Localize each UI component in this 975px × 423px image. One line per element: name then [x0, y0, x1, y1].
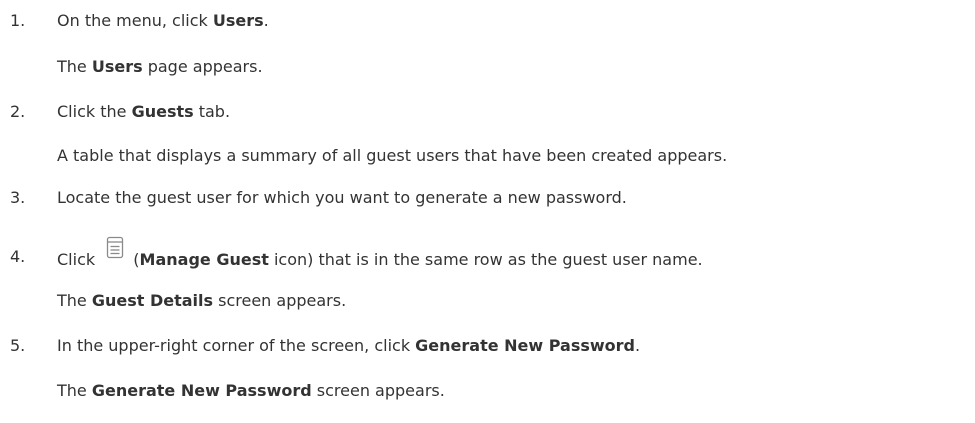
- step-text: On the menu, click: [57, 11, 213, 30]
- manage-guest-icon: [106, 236, 124, 268]
- ui-term: Manage Guest: [139, 250, 269, 269]
- step-number: 3.: [10, 188, 26, 207]
- step-2-result: A table that displays a summary of all g…: [57, 146, 728, 165]
- step-text: Click the: [57, 102, 132, 121]
- step-number: 1.: [10, 11, 26, 30]
- step-text: (: [128, 250, 140, 269]
- step-4-instruction: Click (Manage Guest icon) that is in the…: [57, 236, 703, 271]
- step-text: tab.: [193, 102, 231, 121]
- step-text: .: [263, 11, 269, 30]
- step-text: The: [57, 57, 92, 76]
- ui-term: Guests: [131, 102, 194, 121]
- manage-guest-icon-glyph: [107, 236, 124, 259]
- step-text: The: [57, 381, 92, 400]
- ui-term: Generate New Password: [415, 336, 636, 355]
- step-text: In the upper-right corner of the screen,…: [57, 336, 416, 355]
- step-text: page appears.: [142, 57, 263, 76]
- step-3-instruction: Locate the guest user for which you want…: [57, 188, 627, 207]
- step-1-instruction: On the menu, click Users.: [57, 10, 269, 32]
- step-2-instruction: Click the Guests tab.: [57, 101, 230, 123]
- step-text: screen appears.: [311, 381, 445, 400]
- step-number: 5.: [10, 336, 26, 355]
- step-number: 4.: [10, 247, 26, 266]
- procedure-steps: 1. On the menu, click Users. The Users p…: [0, 0, 975, 423]
- ui-term: Users: [212, 11, 264, 30]
- step-5-instruction: In the upper-right corner of the screen,…: [57, 335, 640, 357]
- step-5-result: The Generate New Password screen appears…: [57, 380, 445, 402]
- step-text: .: [635, 336, 641, 355]
- step-1-result: The Users page appears.: [57, 56, 263, 78]
- step-text: The: [57, 291, 92, 310]
- step-text: icon) that is in the same row as the gue…: [268, 250, 703, 269]
- ui-term: Generate New Password: [91, 381, 312, 400]
- step-text: screen appears.: [213, 291, 347, 310]
- ui-term: Users: [91, 57, 143, 76]
- step-number: 2.: [10, 102, 26, 121]
- ui-term: Guest Details: [91, 291, 214, 310]
- step-text: Click: [57, 250, 101, 269]
- step-4-result: The Guest Details screen appears.: [57, 290, 346, 312]
